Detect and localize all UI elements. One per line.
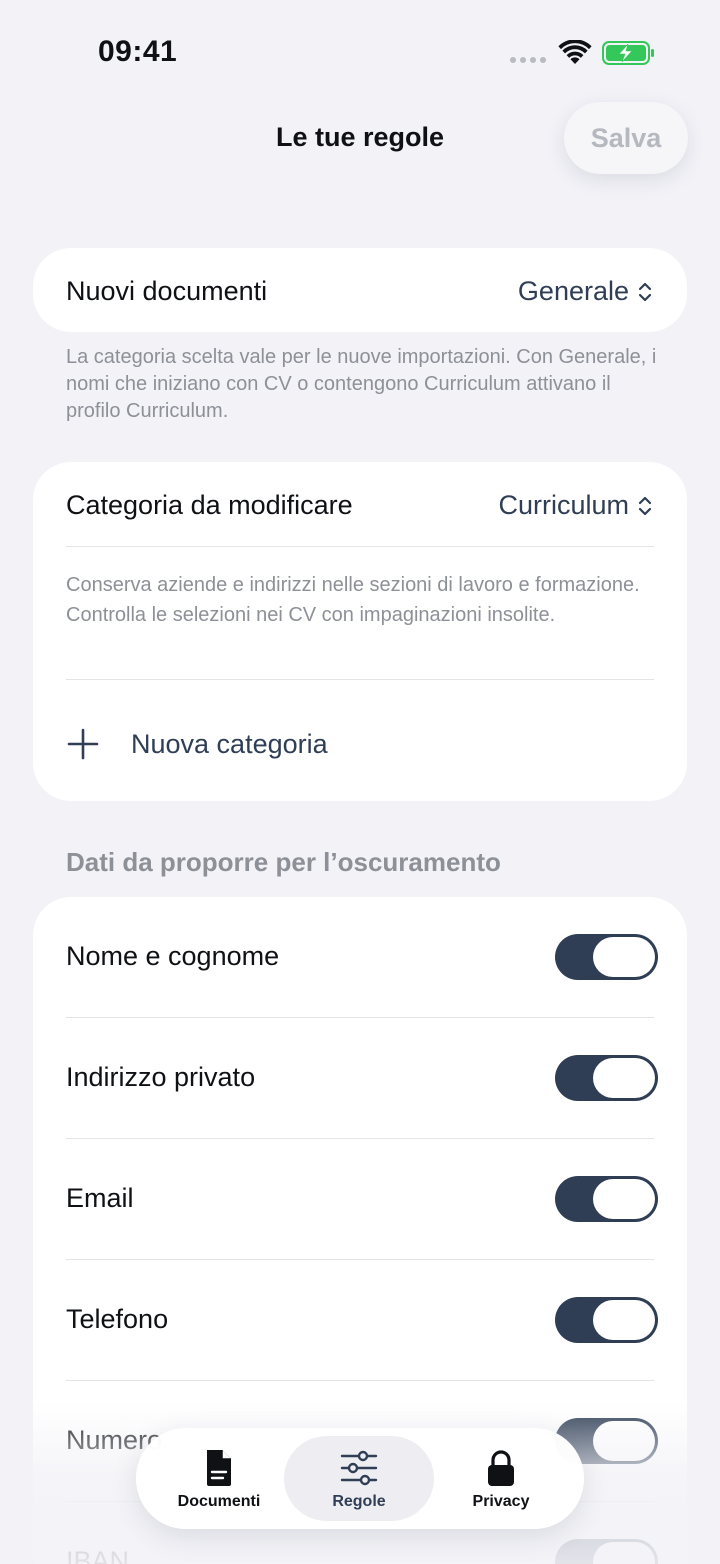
toggle-label: IBAN xyxy=(66,1546,130,1564)
battery-charging-icon xyxy=(602,41,654,65)
toggle-switch[interactable] xyxy=(555,934,658,980)
tab-bar: Documenti Regole Privacy xyxy=(136,1428,584,1529)
cellular-signal-icon xyxy=(510,57,546,63)
status-time: 09:41 xyxy=(98,35,178,68)
toggle-knob xyxy=(593,1179,655,1219)
toggle-label: Email xyxy=(66,1183,134,1213)
new-documents-value: Generale xyxy=(517,276,629,306)
plus-icon xyxy=(67,728,99,760)
divider xyxy=(66,546,654,547)
category-edit-label: Categoria da modificare xyxy=(66,490,353,520)
lock-icon xyxy=(488,1450,514,1486)
toggle-knob xyxy=(593,1542,655,1564)
new-documents-label: Nuovi documenti xyxy=(66,276,268,306)
sliders-icon xyxy=(340,1450,378,1486)
tab-label: Documenti xyxy=(177,1493,261,1510)
toggle-label: Telefono xyxy=(66,1304,169,1334)
chevron-up-down-icon xyxy=(638,496,652,515)
toggle-knob xyxy=(593,1300,655,1340)
toggle-label: Indirizzo privato xyxy=(66,1062,256,1092)
add-category-button[interactable]: Nuova categoria xyxy=(66,720,328,768)
category-card: Categoria da modificare Curriculum Conse… xyxy=(33,462,687,801)
toggle-switch[interactable] xyxy=(555,1297,658,1343)
toggle-row: Telefono xyxy=(33,1260,687,1381)
category-edit-picker[interactable]: Curriculum xyxy=(498,490,653,521)
toggle-switch[interactable] xyxy=(555,1176,658,1222)
tab-rules[interactable]: Regole xyxy=(284,1436,434,1521)
toggle-row: Indirizzo privato xyxy=(33,1018,687,1139)
category-edit-value: Curriculum xyxy=(498,490,629,520)
chevron-up-down-icon xyxy=(638,282,652,301)
document-icon xyxy=(207,1450,231,1486)
toggle-switch[interactable] xyxy=(555,1055,658,1101)
toggle-knob xyxy=(593,1421,655,1461)
tab-label: Regole xyxy=(332,1493,386,1510)
category-description: Conserva aziende e indirizzi nelle sezio… xyxy=(66,574,640,626)
tab-documents[interactable]: Documenti xyxy=(144,1436,294,1521)
toggle-knob xyxy=(593,1058,655,1098)
new-documents-picker[interactable]: Generale xyxy=(518,276,653,307)
add-category-label: Nuova categoria xyxy=(131,728,328,759)
toggle-knob xyxy=(593,937,655,977)
status-bar: 09:41 xyxy=(0,0,720,100)
toggle-label: Nome e cognome xyxy=(66,941,280,971)
wifi-icon xyxy=(558,40,592,64)
new-documents-row[interactable]: Nuovi documenti Generale xyxy=(33,248,687,332)
toggle-row: Email xyxy=(33,1139,687,1260)
divider xyxy=(66,679,654,680)
tab-label: Privacy xyxy=(472,1493,530,1510)
toggle-switch[interactable] xyxy=(555,1539,658,1564)
save-button[interactable]: Salva xyxy=(564,102,688,174)
section-header: Dati da proporre per l’oscuramento xyxy=(66,847,501,877)
toggle-row: Nome e cognome xyxy=(33,897,687,1018)
tab-privacy[interactable]: Privacy xyxy=(426,1436,576,1521)
new-documents-footnote: La categoria scelta vale per le nuove im… xyxy=(66,346,657,422)
